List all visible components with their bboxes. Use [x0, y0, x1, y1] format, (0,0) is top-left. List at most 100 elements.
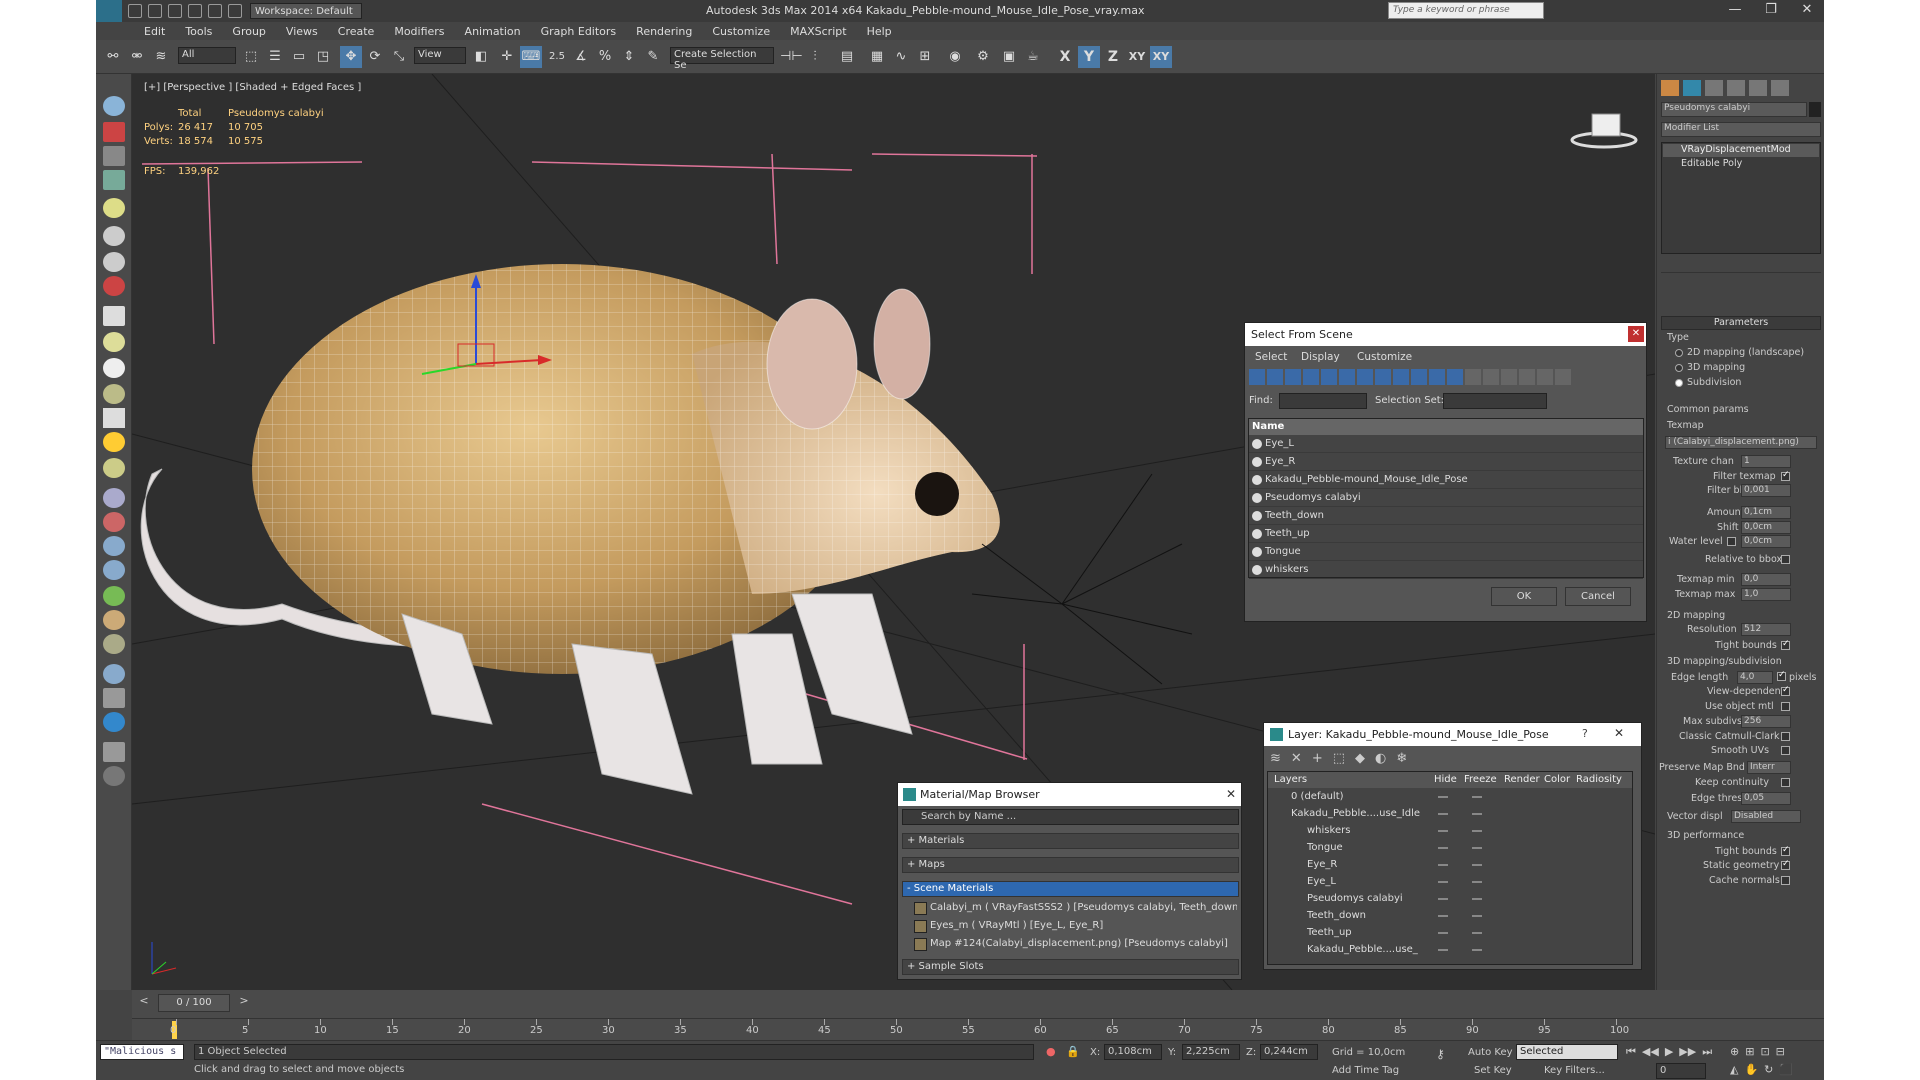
rectangle-icon[interactable]	[103, 306, 125, 326]
ok-button[interactable]: OK	[1491, 587, 1557, 606]
select-invert-icon[interactable]	[1501, 369, 1517, 385]
selection-set-dropdown[interactable]	[1443, 393, 1547, 409]
rendered-frame-icon[interactable]: ▣	[998, 46, 1020, 68]
key-mode-dropdown[interactable]: Selected	[1516, 1044, 1618, 1060]
display-tab-icon[interactable]	[1749, 80, 1767, 96]
hide-all-icon[interactable]: ◐	[1375, 751, 1386, 766]
angle-snap-icon[interactable]: ∡	[570, 46, 592, 68]
filter-blur-spinner[interactable]: 0,001	[1741, 484, 1791, 497]
vray-icon[interactable]	[103, 634, 125, 654]
freeze-all-icon[interactable]: ❄	[1396, 751, 1407, 766]
save-icon[interactable]	[168, 4, 182, 18]
helper-icon[interactable]	[103, 252, 125, 272]
axis-xy-constraint-button[interactable]: XY	[1150, 46, 1172, 68]
bind-space-warp-icon[interactable]: ≋	[150, 46, 172, 68]
geosphere-icon[interactable]	[103, 458, 125, 478]
options-icon[interactable]	[1555, 369, 1571, 385]
modify-tab-icon[interactable]	[1683, 80, 1701, 96]
object-color-swatch[interactable]	[1809, 102, 1821, 117]
texmap-button[interactable]: i (Calabyi_displacement.png)	[1665, 436, 1817, 449]
list-item[interactable]: Map #124(Calabyi_displacement.png) [Pseu…	[912, 935, 1237, 952]
orbit-icon[interactable]: ↻	[1764, 1063, 1773, 1076]
globe-icon[interactable]	[103, 664, 125, 684]
name-column-header[interactable]: Name	[1249, 419, 1643, 435]
menu-customize[interactable]: Customize	[1357, 351, 1412, 363]
percent-snap-icon[interactable]: %	[594, 46, 616, 68]
workspace-dropdown[interactable]: Workspace: Default	[250, 3, 362, 19]
help-icon[interactable]	[103, 766, 125, 786]
utilities-tab-icon[interactable]	[1771, 80, 1789, 96]
menu-views[interactable]: Views	[286, 25, 318, 38]
zoom-all-icon[interactable]: ⊞	[1745, 1045, 1754, 1058]
play-icon[interactable]: ▶	[1665, 1045, 1673, 1059]
light-icon[interactable]	[103, 198, 125, 218]
search-by-name-input[interactable]: Search by Name ...	[902, 809, 1239, 825]
set-key-button[interactable]: Set Key	[1474, 1065, 1512, 1076]
key-filters-button[interactable]: Key Filters...	[1544, 1065, 1605, 1076]
close-icon[interactable]: ✕	[1792, 2, 1822, 20]
pixels-checkbox[interactable]	[1777, 670, 1786, 681]
find-input[interactable]	[1279, 393, 1367, 409]
section-maps[interactable]: + Maps	[902, 857, 1239, 873]
help-button[interactable]: ?	[1582, 727, 1588, 740]
menu-rendering[interactable]: Rendering	[636, 25, 692, 38]
time-slider-thumb[interactable]: 0 / 100	[158, 994, 230, 1012]
prev-frame-icon[interactable]: <	[132, 994, 156, 1012]
reactor-icon[interactable]	[103, 536, 125, 556]
ref-coord-dropdown[interactable]: View	[414, 47, 466, 64]
motion-tab-icon[interactable]	[1727, 80, 1745, 96]
select-move-icon[interactable]: ✥	[340, 46, 362, 68]
tight-bounds-perf-checkbox[interactable]	[1781, 845, 1790, 856]
zoom-extents-all-icon[interactable]: ⊟	[1776, 1045, 1785, 1058]
undo-icon[interactable]	[188, 4, 202, 18]
maximize-icon[interactable]: ❐	[1756, 2, 1786, 20]
modifier-list-dropdown[interactable]: Modifier List	[1661, 122, 1821, 137]
render-icon[interactable]	[103, 712, 125, 732]
align-icon[interactable]: ⫶	[804, 46, 826, 68]
list-item[interactable]: Eyes_m ( VRayMtl ) [Eye_L, Eye_R]	[912, 917, 1237, 934]
keyboard-shortcut-icon[interactable]: ⌨	[520, 46, 542, 68]
menu-create[interactable]: Create	[338, 25, 375, 38]
list-item[interactable]: Teeth_up	[1249, 525, 1643, 543]
prev-key-icon[interactable]: ◀◀	[1642, 1045, 1659, 1059]
axis-z-button[interactable]: Z	[1102, 46, 1124, 68]
amount-spinner[interactable]: 0,1cm	[1741, 506, 1791, 519]
auto-key-button[interactable]: Auto Key	[1468, 1047, 1513, 1058]
select-all-icon[interactable]	[1465, 369, 1481, 385]
filter-xrefs-icon[interactable]	[1375, 369, 1391, 385]
isolate-icon[interactable]: ●	[1046, 1045, 1058, 1059]
filter-helpers-icon[interactable]	[1321, 369, 1337, 385]
viewcube[interactable]	[1570, 113, 1638, 149]
col-render[interactable]: Render	[1504, 772, 1540, 788]
edit-named-sel-icon[interactable]: ✎	[642, 46, 664, 68]
window-crossing-icon[interactable]: ◳	[312, 46, 334, 68]
circle-icon[interactable]	[103, 358, 125, 378]
edge-thresh-spinner[interactable]: 0,05	[1741, 792, 1791, 805]
radio-2d-mapping[interactable]	[1675, 349, 1683, 357]
menu-graph-editors[interactable]: Graph Editors	[541, 25, 617, 38]
filter-groups-icon[interactable]	[1357, 369, 1373, 385]
select-rotate-icon[interactable]: ⟳	[364, 46, 386, 68]
filter-geometry-icon[interactable]	[1249, 369, 1265, 385]
resolution-spinner[interactable]: 512	[1741, 623, 1791, 636]
plane-icon[interactable]	[103, 146, 125, 166]
select-object-icon[interactable]: ⬚	[240, 46, 262, 68]
selection-filter-dropdown[interactable]: All	[178, 47, 236, 64]
y-coordinate-field[interactable]: 2,225cm	[1182, 1044, 1240, 1060]
project-icon[interactable]	[228, 4, 242, 18]
static-geometry-checkbox[interactable]	[1781, 859, 1790, 870]
filter-shapes-icon[interactable]	[1267, 369, 1283, 385]
next-frame-icon[interactable]: >	[232, 994, 256, 1012]
filter-hidden-icon[interactable]	[1447, 369, 1463, 385]
texture-chan-spinner[interactable]: 1	[1741, 455, 1791, 468]
col-freeze[interactable]: Freeze	[1464, 772, 1497, 788]
filter-containers-icon[interactable]	[1411, 369, 1427, 385]
col-layers[interactable]: Layers	[1274, 772, 1307, 788]
filter-spacewarps-icon[interactable]	[1339, 369, 1355, 385]
select-by-name-icon[interactable]: ☰	[264, 46, 286, 68]
create-layer-icon[interactable]: ≋	[1270, 751, 1281, 766]
track-bar[interactable]: 0 5 10 15 20 25 30 35 40 45 50 55 60 65 70 75 80 85 90 95 10…	[132, 1018, 1824, 1040]
particle-icon[interactable]	[103, 488, 125, 508]
select-scale-icon[interactable]: ⤡	[388, 46, 410, 68]
menu-display[interactable]: Display	[1301, 351, 1340, 363]
